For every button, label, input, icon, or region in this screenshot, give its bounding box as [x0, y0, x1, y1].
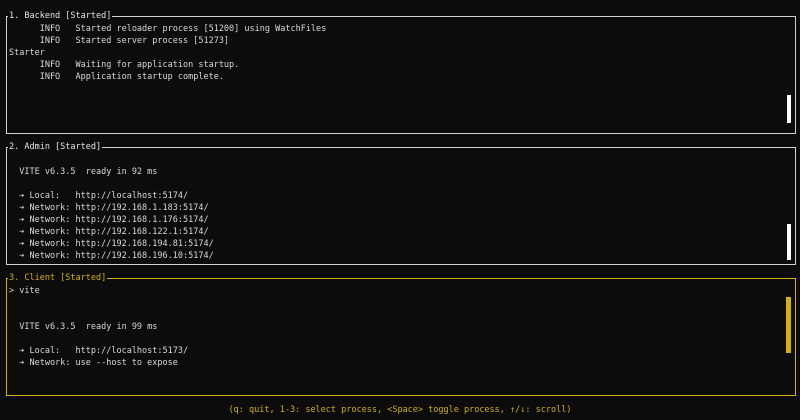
- client-panel-title: 3. Client [Started]: [8, 272, 108, 284]
- log-line: ➔ Network: http://192.168.194.81:5174/: [9, 239, 214, 249]
- admin-log: VITE v6.3.5 ready in 92 ms ➔ Local: http…: [9, 154, 781, 262]
- log-line: INFO Application startup complete.: [9, 72, 224, 82]
- client-log: > vite VITE v6.3.5 ready in 99 ms ➔ Loca…: [9, 285, 781, 393]
- log-line: ➔ Local: http://localhost:5173/: [9, 346, 189, 356]
- log-line: ➔ Network: http://192.168.196.10:5174/: [9, 251, 214, 261]
- log-line: ➔ Network: http://192.168.122.1:5174/: [9, 227, 209, 237]
- keyboard-help-footer: (q: quit, 1-3: select process, <Space> t…: [228, 405, 572, 415]
- backend-panel-title: 1. Backend [Started]: [8, 10, 113, 22]
- log-line: INFO Started server process [51273]: [9, 36, 230, 46]
- backend-scrollbar-thumb[interactable]: [787, 95, 791, 123]
- log-line: ➔ Network: use --host to expose: [9, 358, 178, 368]
- admin-scrollbar-thumb[interactable]: [787, 224, 791, 260]
- admin-panel[interactable]: 2. Admin [Started] VITE v6.3.5 ready in …: [6, 141, 796, 265]
- admin-scrollbar[interactable]: [787, 152, 791, 260]
- backend-scrollbar[interactable]: [787, 21, 791, 129]
- client-panel[interactable]: 3. Client [Started] > vite VITE v6.3.5 r…: [6, 272, 796, 396]
- admin-panel-title: 2. Admin [Started]: [8, 141, 103, 153]
- backend-panel[interactable]: 1. Backend [Started] INFO Started reload…: [6, 10, 796, 134]
- log-line: VITE v6.3.5 ready in 92 ms: [9, 167, 158, 177]
- log-line: ➔ Network: http://192.168.1.183:5174/: [9, 203, 209, 213]
- log-line: VITE v6.3.5 ready in 99 ms: [9, 322, 158, 332]
- log-line: Starter: [9, 48, 45, 58]
- client-scrollbar[interactable]: [786, 283, 791, 391]
- log-line: INFO Waiting for application startup.: [9, 60, 240, 70]
- log-line: INFO Started reloader process [51200] us…: [9, 24, 327, 34]
- log-line: ➔ Network: http://192.168.1.176:5174/: [9, 215, 209, 225]
- backend-log: INFO Started reloader process [51200] us…: [9, 23, 781, 131]
- client-scrollbar-thumb[interactable]: [786, 297, 791, 353]
- log-line: ➔ Local: http://localhost:5174/: [9, 191, 189, 201]
- log-line: > vite: [9, 286, 40, 296]
